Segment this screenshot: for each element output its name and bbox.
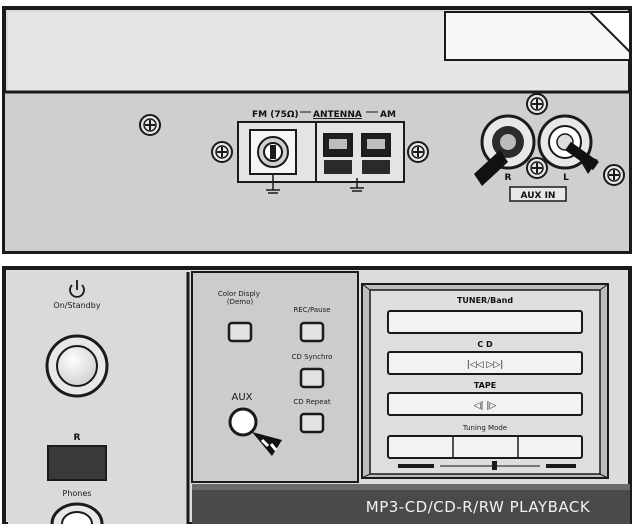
color-display-button[interactable] bbox=[227, 321, 253, 343]
antenna-section: FM (75Ω) ANTENNA AM bbox=[237, 110, 405, 194]
antenna-label: ANTENNA bbox=[313, 110, 362, 120]
screw-icon bbox=[526, 93, 548, 115]
tuning-mode-label: Tuning Mode bbox=[462, 424, 507, 432]
rec-pause-button[interactable] bbox=[299, 321, 325, 343]
screw-icon bbox=[526, 157, 548, 179]
cd-repeat-label: CD Repeat bbox=[293, 398, 330, 406]
aux-r-label: R bbox=[505, 173, 512, 183]
tape-direction-icon: ◁| |▷ bbox=[474, 401, 497, 411]
playback-banner-text: MP3-CD/CD-R/RW PLAYBACK bbox=[366, 498, 591, 516]
diagram: FM (75Ω) ANTENNA AM R L AUX IN On/Standb… bbox=[0, 0, 636, 524]
cd-label: C D bbox=[477, 340, 493, 349]
am-label: AM bbox=[380, 110, 396, 120]
aux-label: AUX bbox=[231, 392, 252, 403]
cd-skip-icon: |◁◁ ▷▷| bbox=[467, 360, 504, 370]
remote-sensor-window bbox=[47, 445, 107, 481]
front-panel: On/Standby R Phones Color Disply (Demo) … bbox=[2, 266, 632, 524]
diagram-canvas: FM (75Ω) ANTENNA AM R L AUX IN On/Standb… bbox=[2, 6, 632, 524]
cd-synchro-button[interactable] bbox=[299, 367, 325, 389]
remote-sensor-label: R bbox=[74, 433, 81, 443]
tuner-band-label: TUNER/Band bbox=[457, 296, 513, 305]
rear-panel: FM (75Ω) ANTENNA AM R L AUX IN bbox=[2, 6, 632, 254]
screw-icon bbox=[139, 114, 161, 136]
tape-label: TAPE bbox=[474, 381, 496, 390]
tuner-band-button[interactable] bbox=[387, 310, 583, 334]
screw-icon bbox=[211, 141, 233, 163]
cd-synchro-label: CD Synchro bbox=[292, 353, 333, 361]
aux-button[interactable] bbox=[228, 407, 258, 437]
display-panel: TUNER/Band C D |◁◁ ▷▷| TAPE ◁| |▷ Tuning… bbox=[361, 283, 609, 479]
aux-l-label: L bbox=[563, 173, 569, 183]
power-label: On/Standby bbox=[53, 301, 100, 310]
fm-label: FM (75Ω) bbox=[252, 110, 299, 120]
phones-label: Phones bbox=[63, 489, 92, 498]
rec-pause-label: REC/Pause bbox=[293, 306, 330, 314]
cd-repeat-button[interactable] bbox=[299, 412, 325, 434]
screw-icon bbox=[603, 164, 625, 186]
screw-icon bbox=[407, 141, 429, 163]
tuning-mode-button[interactable] bbox=[387, 435, 583, 459]
aux-in-label: AUX IN bbox=[521, 191, 556, 201]
